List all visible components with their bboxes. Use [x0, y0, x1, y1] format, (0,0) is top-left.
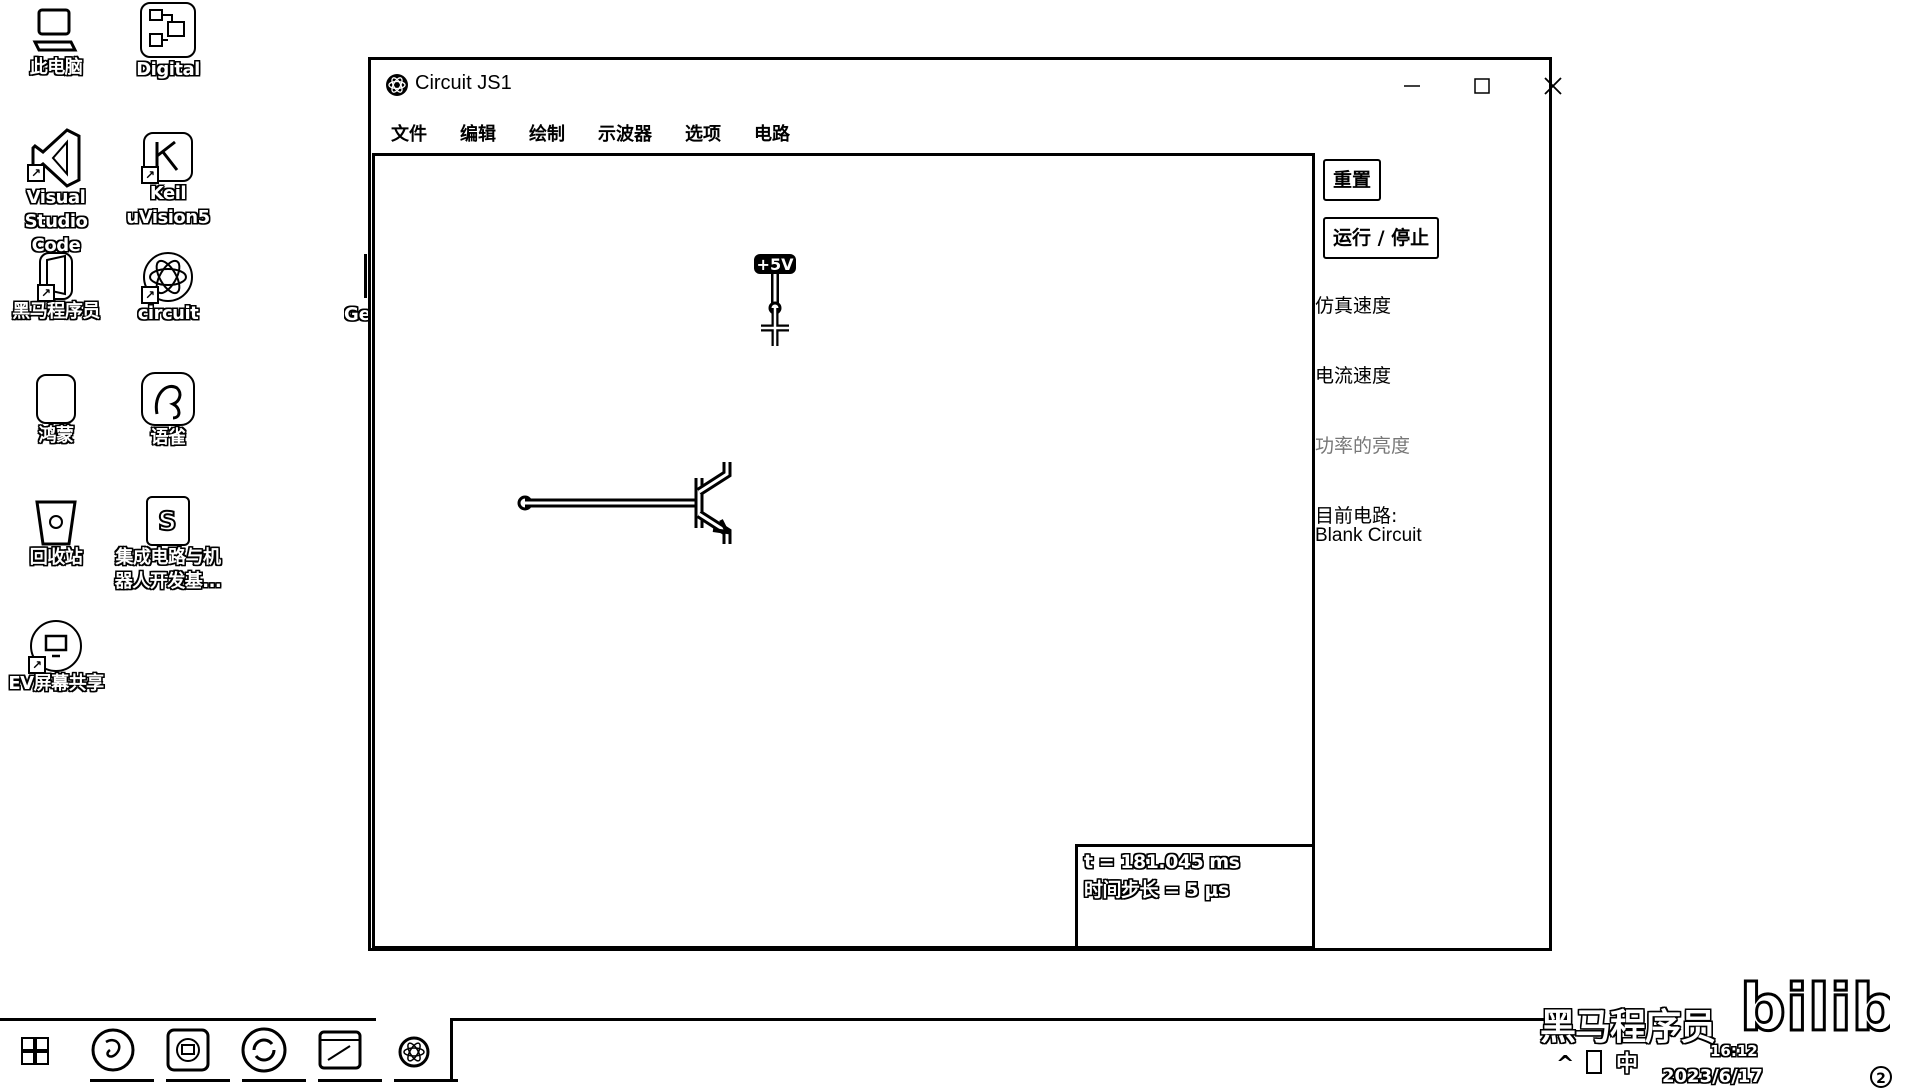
watermark-logo: bilibili — [1740, 971, 1890, 1048]
maximize-icon — [1474, 78, 1490, 94]
menu-edit[interactable]: 编辑 — [460, 120, 496, 146]
screen-share-icon — [166, 1028, 210, 1072]
partial-desktop-icon[interactable]: Ge — [344, 254, 368, 330]
current-circuit-name: Blank Circuit — [1315, 525, 1422, 546]
window-title: Circuit JS1 — [415, 72, 512, 94]
yuque-icon — [141, 372, 195, 426]
digital-icon — [140, 2, 196, 58]
desktop-icon-keil[interactable]: ↗ Keil uVision5 — [112, 132, 224, 230]
browser-icon — [91, 1028, 135, 1072]
watermark-text: 黑马程序员 — [1540, 1007, 1716, 1048]
desktop-icon-ev-screen-share[interactable]: ↗ EV屏幕共享 — [0, 620, 112, 696]
document-icon: S — [146, 496, 190, 546]
harmony-icon — [36, 374, 76, 424]
current-circuit-label: 目前电路: — [1315, 505, 1398, 527]
svg-text:bilibili: bilibili — [1740, 972, 1890, 1046]
circuit-icon: ↗ — [141, 252, 193, 304]
shortcut-arrow-icon: ↗ — [141, 166, 159, 184]
simulation-info-box: t = 181.045 ms 时间步长 = 5 μs — [1075, 844, 1312, 946]
menu-options[interactable]: 选项 — [685, 120, 721, 146]
svg-text:S: S — [158, 507, 177, 537]
minimize-button[interactable] — [1376, 60, 1446, 110]
shortcut-arrow-icon: ↗ — [27, 164, 45, 182]
close-icon — [1544, 77, 1562, 95]
desktop-icon-recycle-bin[interactable]: 回收站 — [0, 496, 112, 570]
shortcut-arrow-icon: ↗ — [28, 656, 46, 674]
sim-time-text: t = 181.045 ms — [1084, 851, 1240, 873]
desktop-icon-yuque[interactable]: 语雀 — [112, 372, 224, 450]
menu-scope[interactable]: 示波器 — [598, 120, 652, 146]
side-panel: 重置 运行 / 停止 仿真速度 电流速度 功率的亮度 目前电路: Blank C… — [1315, 153, 1550, 949]
screen-share-icon: ↗ — [28, 620, 82, 674]
watermark: 黑马程序员 bilibili — [1540, 971, 1920, 1056]
app-icon — [386, 74, 408, 96]
desktop-icon-harmony[interactable]: 鸿蒙 — [0, 374, 112, 448]
vscode-icon: ↗ — [27, 128, 81, 188]
circuit-canvas[interactable]: +5V t = 181.045 ms 时间步长 = 5 μs — [372, 153, 1315, 949]
recycle-bin-icon — [31, 496, 81, 546]
run-stop-button[interactable]: 运行 / 停止 — [1323, 217, 1440, 259]
maximize-button[interactable] — [1446, 60, 1516, 110]
sim-speed-label: 仿真速度 — [1315, 295, 1392, 317]
taskbar-sync[interactable] — [238, 1026, 306, 1082]
desktop-icon-circuit[interactable]: ↗ circuit — [112, 252, 224, 326]
title-bar: Circuit JS1 — [371, 60, 1562, 110]
taskbar-screen-share[interactable] — [162, 1026, 230, 1082]
timestep-text: 时间步长 = 5 μs — [1084, 879, 1229, 901]
menu-file[interactable]: 文件 — [391, 120, 427, 146]
circuit-icon — [398, 1036, 430, 1068]
notification-button[interactable]: 2 — [1870, 1066, 1892, 1088]
desktop-icon-document[interactable]: S 集成电路与机 器人开发基... — [112, 496, 224, 594]
clock-date[interactable]: 2023/6/17 — [1662, 1066, 1763, 1087]
notification-count: 2 — [1876, 1071, 1886, 1087]
taskbar-circuit-js[interactable] — [390, 1026, 458, 1082]
npn-transistor[interactable] — [517, 462, 732, 544]
minimize-icon — [1404, 85, 1420, 87]
power-brightness-label: 功率的亮度 — [1315, 435, 1411, 457]
circuit-js-window: Circuit JS1 文件 编辑 绘制 示波器 选项 电路 +5V t = 1… — [368, 57, 1562, 951]
computer-icon — [31, 6, 81, 56]
start-button[interactable] — [10, 1026, 64, 1076]
window-icon — [318, 1030, 362, 1070]
keil-icon: ↗ — [141, 132, 193, 184]
voltage-rail-label: +5V — [757, 255, 795, 274]
shortcut-arrow-icon: ↗ — [37, 284, 55, 302]
desktop-icon-digital[interactable]: Digital — [112, 2, 224, 82]
desktop-icon-heima[interactable]: ↗ 黑马程序员 — [0, 252, 112, 324]
taskbar-window[interactable] — [314, 1026, 382, 1082]
current-speed-label: 电流速度 — [1315, 365, 1392, 387]
menu-draw[interactable]: 绘制 — [529, 120, 565, 146]
voltage-rail[interactable]: +5V — [754, 254, 796, 346]
circuit-drawing: +5V — [517, 254, 796, 544]
heima-icon: ↗ — [37, 252, 73, 302]
taskbar-browser[interactable] — [86, 1026, 154, 1082]
desktop-icon-vscode[interactable]: ↗ Visual Studio Code — [0, 128, 112, 258]
desktop-icon-this-pc[interactable]: 此电脑 — [0, 6, 112, 80]
reset-button[interactable]: 重置 — [1323, 159, 1382, 201]
menu-circuits[interactable]: 电路 — [754, 120, 790, 146]
shortcut-arrow-icon: ↗ — [141, 286, 159, 304]
close-button[interactable] — [1517, 60, 1587, 110]
menu-bar: 文件 编辑 绘制 示波器 选项 电路 — [371, 112, 1549, 152]
start-icon — [21, 1037, 49, 1065]
sync-icon — [241, 1027, 287, 1073]
